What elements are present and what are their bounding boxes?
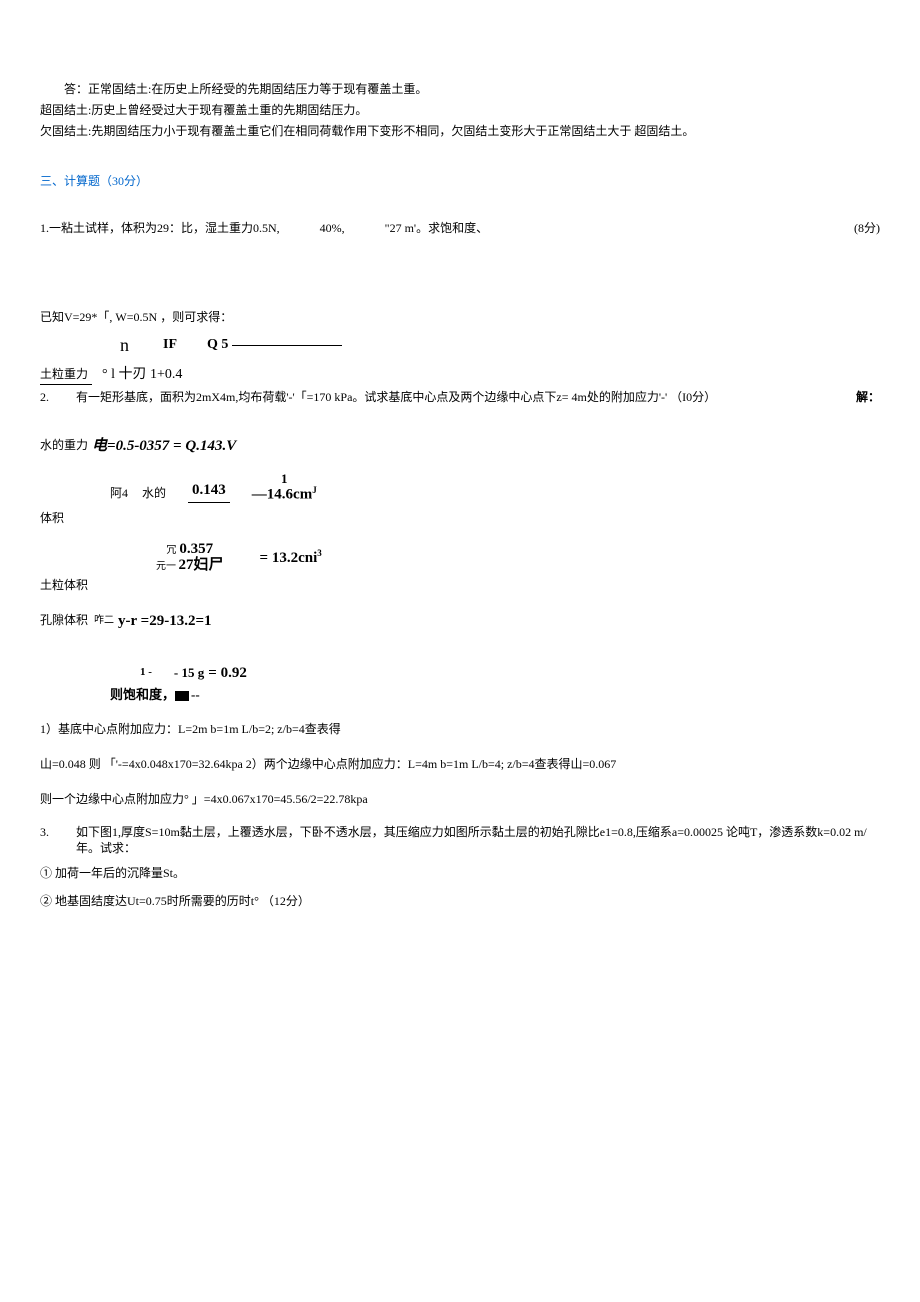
sv-pre1: 冗 — [166, 545, 176, 556]
question-2-row: 2. 有一矩形基底，面积为2mX4m,均布荷载'-'「=170 kPa。试求基底… — [40, 390, 880, 406]
pv-label: 孔隙体积 — [40, 611, 88, 630]
q1-seg3: "27 m'。求饱和度、 — [385, 219, 488, 238]
para-base-center: 1）基底中心点附加应力：L=2m b=1m L/b=2; z/b=4查表得 — [40, 720, 880, 739]
para-result-2: 则一个边缘中心点附加应力° 」=4x0.067x170=45.56/2=22.7… — [40, 790, 880, 809]
wv-seg3: 0.143 — [188, 478, 230, 503]
para-result-1: 山=0.048 则 「'-=4x0.048x170=32.64kpa 2）两个边… — [40, 755, 880, 774]
q1-points: (8分) — [854, 219, 880, 238]
saturation-block: 1 - - 15 g = 0.92 则饱和度 ，-- — [40, 661, 880, 706]
ww-eq: 电=0.5-0357 = Q.143.V — [92, 434, 236, 458]
q2-body: 有一矩形基底，面积为2mX4m,均布荷载'-'「=170 kPa。试求基底中心点… — [58, 390, 850, 406]
eq1-q5: Q 5 — [207, 334, 228, 356]
sv-label: 土粒体积 — [40, 576, 880, 595]
sv-frac: 冗 0.357 元一 27妇尸 — [156, 542, 224, 574]
sat-pre1: 1 - — [140, 664, 152, 682]
question-3-row: 3. 如下图1,厚度S=10m黏土层，上覆透水层，下卧不透水层，其压缩应力如图所… — [40, 825, 880, 856]
q2-num: 2. — [40, 390, 58, 406]
water-volume-block: 阿4 水的 0.143 1 —14.6cmJ 体积 — [40, 472, 880, 528]
water-weight-block: 水的重力 电=0.5-0357 = Q.143.V — [40, 434, 880, 458]
equation-1-top: n IF Q 5 — [40, 331, 880, 360]
q2-end: 解： — [856, 390, 880, 406]
wv-label: 体积 — [40, 509, 880, 528]
sv-v1: 0.357 — [179, 541, 213, 557]
sat-label2: ，-- — [162, 685, 200, 706]
pore-volume-block: 孔隙体积 咋二 y-r =29-13.2=1 — [40, 609, 880, 633]
q3-item-b: ② 地基固结度达Ut=0.75时所需要的历时t° （12分） — [40, 892, 880, 911]
answer-line-2: 超固结土:历史上曾经受过大于现有覆盖土重的先期固结压力。 — [40, 101, 880, 120]
wv-seg4: —14.6cm — [252, 487, 312, 503]
eq1-label: 土粒重力 — [40, 365, 92, 385]
wv-sup-pre: 1 — [281, 472, 288, 486]
soil-volume-block: 冗 0.357 元一 27妇尸 = 13.2cni3 土粒体积 — [40, 542, 880, 595]
section-3-title: 三、计算题（30分） — [40, 172, 880, 191]
wv-sup: J — [312, 485, 317, 495]
eq1-overline — [232, 345, 342, 346]
q1-seg1: 1.一粘土试样，体积为29：比，湿土重力0.5N, — [40, 219, 280, 238]
pv-pre: 咋二 — [94, 613, 114, 629]
pv-eq: y-r =29-13.2=1 — [118, 609, 211, 633]
known-line: 已知V=29*「, W=0.5N ，则可求得： — [40, 308, 880, 327]
q1-seg2: 40%, — [320, 219, 345, 238]
wv-seg2: 水的 — [142, 484, 166, 503]
q3-item-a: ① 加荷一年后的沉降量St。 — [40, 864, 880, 883]
ww-label: 水的重力 — [40, 436, 88, 455]
sat-pre2: - 15 g — [174, 663, 204, 684]
sv-v2: 27妇尸 — [179, 557, 224, 573]
answer-line-1: 答：正常固结土:在历史上所经受的先期固结压力等于现有覆盖土重。 — [40, 80, 880, 99]
wv-result: 1 —14.6cmJ — [252, 472, 317, 503]
q3-num: 3. — [40, 825, 58, 841]
answer-line-3: 欠固结土:先期固结压力小于现有覆盖土重它们在相同荷载作用下变形不相同，欠固结土变… — [40, 122, 880, 141]
wv-seg1: 阿4 — [110, 484, 128, 503]
question-1-row: 1.一粘土试样，体积为29：比，湿土重力0.5N, 40%, "27 m'。求饱… — [40, 219, 880, 238]
black-box-icon — [175, 691, 189, 701]
sv-eq: = 13.2cni3 — [260, 546, 322, 570]
eq1-if: IF — [163, 334, 177, 356]
sat-label1: 则饱和度 — [110, 685, 162, 706]
sv-pre2: 元一 — [156, 561, 176, 572]
equation-1-bottom: 土粒重力 ° l 十刃 1+0.4 — [40, 364, 880, 386]
q3-body: 如下图1,厚度S=10m黏土层，上覆透水层，下卧不透水层，其压缩应力如图所示黏土… — [58, 825, 880, 856]
eq1-bot: ° l 十刃 1+0.4 — [98, 364, 182, 386]
sat-eq: = 0.92 — [208, 661, 247, 685]
eq1-n: n — [100, 331, 133, 360]
